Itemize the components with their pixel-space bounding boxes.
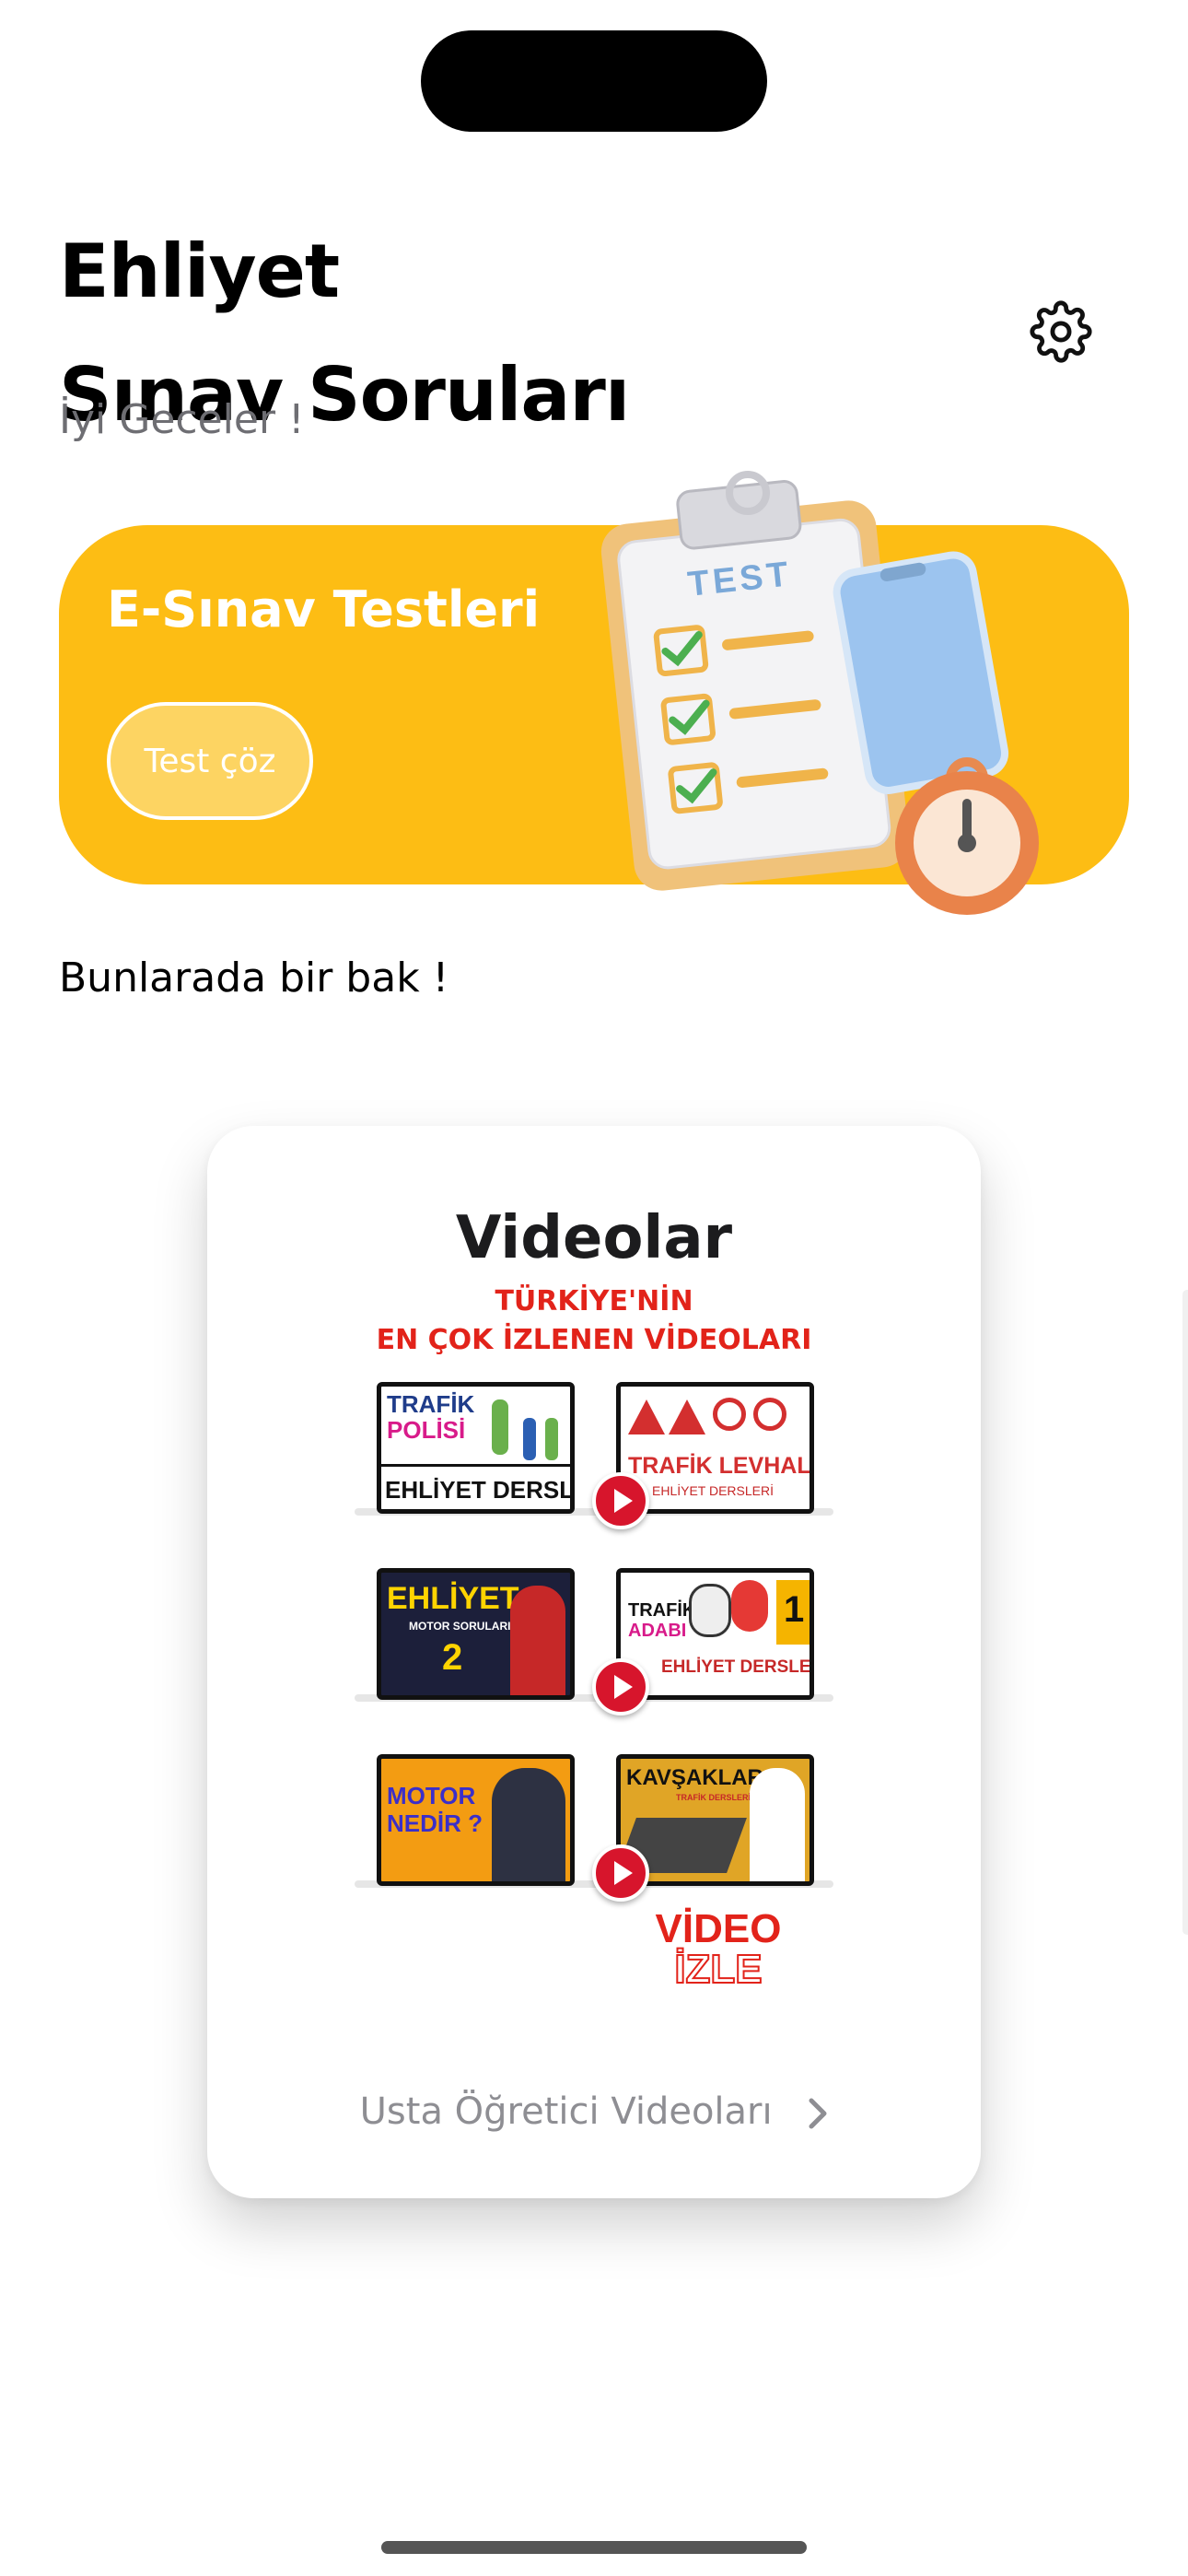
thumb-line: EHLİYET	[387, 1581, 519, 1616]
presenter-image	[510, 1586, 565, 1695]
home-screen: Ehliyet Sınav Soruları İyi Geceler ! E-S…	[0, 0, 1188, 2576]
play-icon[interactable]	[592, 1658, 649, 1715]
episode-badge: 1	[776, 1580, 809, 1645]
thumb-line: EHLİYET DERSLERİ	[385, 1476, 575, 1504]
promo-heading-line1: TÜRKİYE'NİN	[495, 1285, 693, 1317]
promo-heading: TÜRKİYE'NİN EN ÇOK İZLENEN VİDEOLARI	[207, 1282, 981, 1360]
section-heading: Bunlarada bir bak !	[59, 954, 449, 1001]
play-icon[interactable]	[592, 1844, 649, 1902]
banner-title: E-Sınav Testleri	[107, 580, 541, 638]
videos-card[interactable]: Videolar TÜRKİYE'NİN EN ÇOK İZLENEN VİDE…	[207, 1126, 981, 2198]
thumb-line: KAVŞAKLAR	[626, 1765, 763, 1790]
chevron-right-icon	[809, 2098, 827, 2129]
footer-link-label: Usta Öğretici Videoları	[359, 2090, 773, 2133]
thumb-line: 1	[784, 1589, 805, 1630]
thumbnail-frame: TRAFİK POLİSİ EHLİYET DERSLERİ	[377, 1382, 575, 1514]
usta-ogretici-link[interactable]: Usta Öğretici Videoları	[207, 2084, 981, 2139]
thumbnail-frame: EHLİYET MOTOR SORULARI 2	[377, 1568, 575, 1700]
video-thumbnail-motor-nedir[interactable]: MOTOR NEDİR ?	[377, 1754, 575, 1892]
thumb-line: TRAFİK DERSLERİ	[676, 1793, 751, 1802]
thumb-line: TRAFİK	[387, 1390, 475, 1418]
next-card-edge	[1182, 1290, 1188, 1935]
thumb-line: ADABI	[628, 1621, 687, 1641]
thumb-line: NEDİR ?	[387, 1809, 483, 1837]
settings-button[interactable]	[1030, 300, 1092, 363]
presenter-image	[750, 1768, 805, 1881]
clipboard-test-illustration: TEST	[600, 471, 1039, 915]
thumb-line: MOTOR SORULARI	[409, 1620, 511, 1633]
thumb-line: 2	[442, 1637, 463, 1678]
dynamic-island	[421, 30, 767, 132]
greeting-text: İyi Geceler !	[59, 396, 305, 443]
mime-figures-image	[685, 1578, 774, 1637]
thumb-line: EHLİYET DERSLERİ	[652, 1483, 775, 1498]
videos-card-title: Videolar	[455, 1204, 733, 1272]
home-indicator[interactable]	[381, 2541, 807, 2554]
thumb-line: POLİSİ	[387, 1416, 466, 1444]
video-thumbnail-ehliyet-motor[interactable]: EHLİYET MOTOR SORULARI 2	[377, 1568, 575, 1706]
play-icon[interactable]	[592, 1472, 649, 1529]
thumbnail-frame: MOTOR NEDİR ?	[377, 1754, 575, 1886]
police-figures-image	[483, 1390, 565, 1464]
presenter-image	[492, 1768, 565, 1881]
video-izle-line2: İZLE	[673, 1947, 763, 1992]
traffic-signs-image	[628, 1392, 803, 1442]
page-title-line1: Ehliyet	[59, 228, 340, 314]
test-coz-button[interactable]: Test çöz	[107, 702, 313, 820]
video-thumbnail-trafik-polisi[interactable]: TRAFİK POLİSİ EHLİYET DERSLERİ	[377, 1382, 575, 1520]
video-izle-line1: VİDEO	[655, 1906, 782, 1951]
thumb-line: EHLİYET DERSLERİ	[661, 1657, 814, 1677]
thumb-line: TRAFİK LEVHALARI	[628, 1453, 811, 1479]
thumb-line: MOTOR	[387, 1782, 476, 1809]
video-izle-label[interactable]: VİDEO İZLE	[635, 1906, 801, 1992]
promo-heading-line2: EN ÇOK İZLENEN VİDEOLARI	[376, 1324, 812, 1356]
gear-icon	[1030, 300, 1092, 363]
